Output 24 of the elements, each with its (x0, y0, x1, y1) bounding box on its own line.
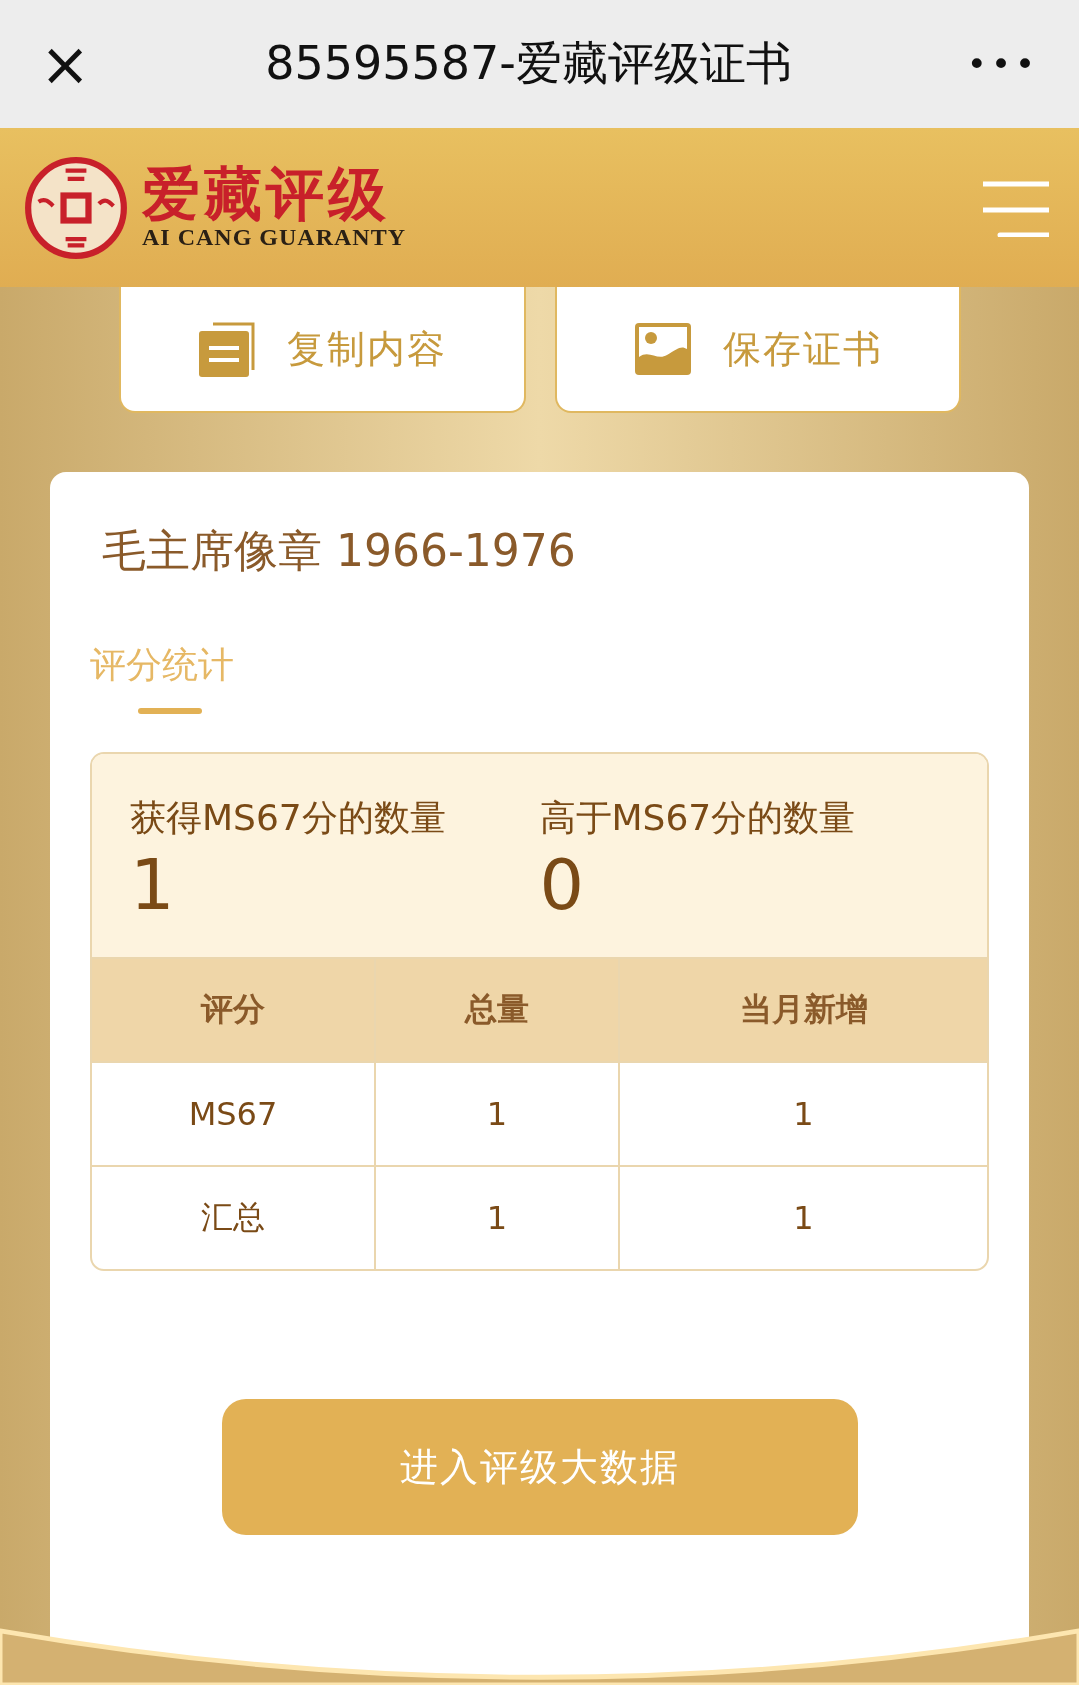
table-cell: MS67 (92, 1062, 375, 1166)
image-icon (632, 321, 693, 377)
close-button[interactable]: × (30, 34, 101, 94)
document-icon (197, 321, 258, 377)
stat-label: 高于MS67分的数量 (539, 796, 857, 840)
copy-button[interactable]: 复制内容 (119, 287, 526, 413)
stat-value: 1 (130, 843, 176, 927)
save-button[interactable]: 保存证书 (554, 287, 961, 413)
table-cell: 1 (619, 1166, 987, 1269)
table-cell: 汇总 (92, 1166, 375, 1269)
column-header: 总量 (375, 958, 619, 1062)
more-button[interactable]: ••• (956, 47, 1049, 81)
brand-subtitle: AI CANG GUARANTY (142, 224, 406, 252)
column-header: 评分 (92, 958, 375, 1062)
table-cell: 1 (375, 1062, 619, 1166)
big-data-button[interactable]: 进入评级大数据 (221, 1399, 858, 1535)
item-title: 毛主席像章 1966-1976 (101, 524, 577, 578)
seal-icon (24, 155, 128, 260)
brand-name: 爱藏评级 (142, 163, 391, 225)
stat-value: 0 (539, 843, 586, 927)
window-title: 85595587-爱藏评级证书 (265, 35, 792, 92)
column-header: 当月新增 (619, 958, 987, 1062)
stat-label: 获得MS67分的数量 (130, 796, 447, 840)
stats-tab[interactable]: 评分统计 (90, 641, 234, 714)
